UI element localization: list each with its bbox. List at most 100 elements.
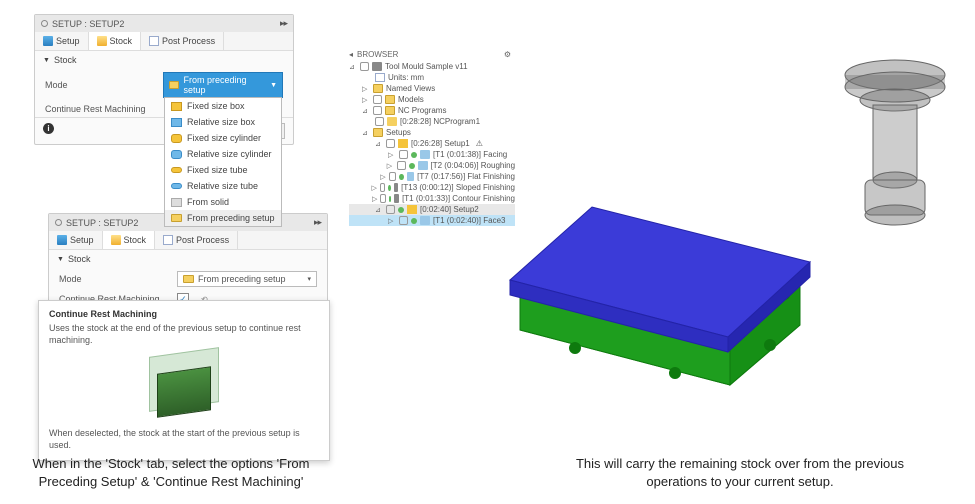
tree-named-views[interactable]: ▷Named Views [349,83,515,94]
tool-render [835,45,955,235]
op-icon [394,194,399,203]
node-label: [0:02:40] Setup2 [420,205,479,214]
tree-ncprogram1[interactable]: [0:28:28] NCProgram1 [349,116,515,127]
tube-icon [171,167,182,173]
dd-label: Fixed size cylinder [187,133,261,143]
info-icon[interactable]: i [43,123,54,134]
tooltip-continue-rest: Continue Rest Machining Uses the stock a… [38,300,330,461]
nc-icon [387,117,397,126]
status-ok-icon [388,185,391,191]
stock-icon [111,235,121,245]
dd-from-preceding[interactable]: From preceding setup [165,210,281,226]
doc-icon [163,235,173,245]
folder-icon [373,128,383,137]
tab-setup[interactable]: Setup [35,32,89,50]
status-ok-icon [389,196,392,202]
section-label: Stock [68,254,91,264]
dd-label: Fixed size box [187,101,245,111]
stock-render [480,130,830,410]
status-ok-icon [411,152,417,158]
dd-fixed-box[interactable]: Fixed size box [165,98,281,114]
tab-label: Post Process [162,36,215,46]
tab-post[interactable]: Post Process [141,32,224,50]
folder-icon [385,95,395,104]
dd-from-solid[interactable]: From solid [165,194,281,210]
tooltip-body-2: When deselected, the stock at the start … [49,428,319,451]
node-label: Named Views [386,84,435,93]
tab-post[interactable]: Post Process [155,231,238,249]
setup-panel-1: SETUP : SETUP2 ▸▸ Setup Stock Post Proce… [34,14,294,145]
mode-dropdown[interactable]: From preceding setup ▼ Fixed size box Re… [163,72,283,98]
section-label: Stock [54,55,77,65]
tooltip-image [139,352,229,422]
dd-label: From solid [187,197,229,207]
setup-icon [57,235,67,245]
tree-models[interactable]: ▷Models [349,94,515,105]
dd-fixed-tube[interactable]: Fixed size tube [165,162,281,178]
node-label: NC Programs [398,106,446,115]
op-icon [420,150,430,159]
tab-stock[interactable]: Stock [103,231,156,249]
status-ok-icon [399,174,403,180]
folder-icon [169,81,179,89]
dropdown-list: Fixed size box Relative size box Fixed s… [164,97,282,227]
dd-label: Relative size cylinder [187,149,272,159]
panel-title: SETUP : SETUP2 [52,19,124,29]
tab-label: Setup [56,36,80,46]
status-ok-icon [409,163,415,169]
section-stock[interactable]: Stock [49,250,327,268]
tab-stock[interactable]: Stock [89,32,142,50]
tabs: Setup Stock Post Process [35,32,293,51]
tree-units[interactable]: Units: mm [349,72,515,83]
node-label: Models [398,95,424,104]
dd-rel-tube[interactable]: Relative size tube [165,178,281,194]
mode-row: Mode From preceding setup ▾ [49,268,327,290]
setup-panel-2: SETUP : SETUP2 ▸▸ Setup Stock Post Proce… [48,213,328,309]
solid-icon [171,198,182,207]
node-label: [0:28:28] NCProgram1 [400,117,480,126]
op-icon [420,216,430,225]
browser-title: BROWSER [357,50,398,59]
bullet-icon [55,219,62,226]
dd-label: Fixed size tube [187,165,248,175]
mode-label: Mode [59,274,169,284]
tube-icon [171,183,182,189]
op-icon [407,172,414,181]
dd-label: From preceding setup [187,213,275,223]
mode-row: Mode From preceding setup ▼ Fixed size b… [35,69,293,101]
folder-icon [385,106,395,115]
caret-down-icon: ▾ [307,275,311,283]
dd-label: Relative size tube [187,181,258,191]
stock-icon [97,36,107,46]
node-label: Tool Mould Sample v11 [385,62,468,71]
tree-nc-programs[interactable]: ⊿NC Programs [349,105,515,116]
expand-icon[interactable]: ▸▸ [314,217,321,228]
folder-icon [373,84,383,93]
tooltip-body-1: Uses the stock at the end of the previou… [49,323,319,346]
caption-left: When in the 'Stock' tab, select the opti… [6,455,336,491]
status-ok-icon [398,207,404,213]
mode-dropdown[interactable]: From preceding setup ▾ [177,271,317,287]
gear-icon[interactable]: ⚙ [504,50,511,59]
tab-label: Post Process [176,235,229,245]
caret-left-icon[interactable]: ◂ [349,50,353,59]
doc-icon [375,73,385,82]
tooltip-title: Continue Rest Machining [49,309,319,319]
caret-down-icon: ▼ [270,82,277,89]
panel-header[interactable]: SETUP : SETUP2 ▸▸ [35,15,293,32]
dd-rel-cyl[interactable]: Relative size cylinder [165,146,281,162]
tab-label: Stock [110,36,133,46]
folder-icon [171,214,182,222]
tab-setup[interactable]: Setup [49,231,103,249]
browser-header[interactable]: ◂ BROWSER ⚙ [345,48,515,61]
box-icon [171,102,182,111]
tree-root[interactable]: ⊿Tool Mould Sample v11 [349,61,515,72]
setup-icon [43,36,53,46]
dd-fixed-cyl[interactable]: Fixed size cylinder [165,130,281,146]
dd-rel-box[interactable]: Relative size box [165,114,281,130]
section-stock[interactable]: Stock [35,51,293,69]
expand-icon[interactable]: ▸▸ [280,18,287,29]
node-label: [0:26:28] Setup1 [411,139,470,148]
node-label: Units: mm [388,73,424,82]
setup-icon [407,205,417,214]
